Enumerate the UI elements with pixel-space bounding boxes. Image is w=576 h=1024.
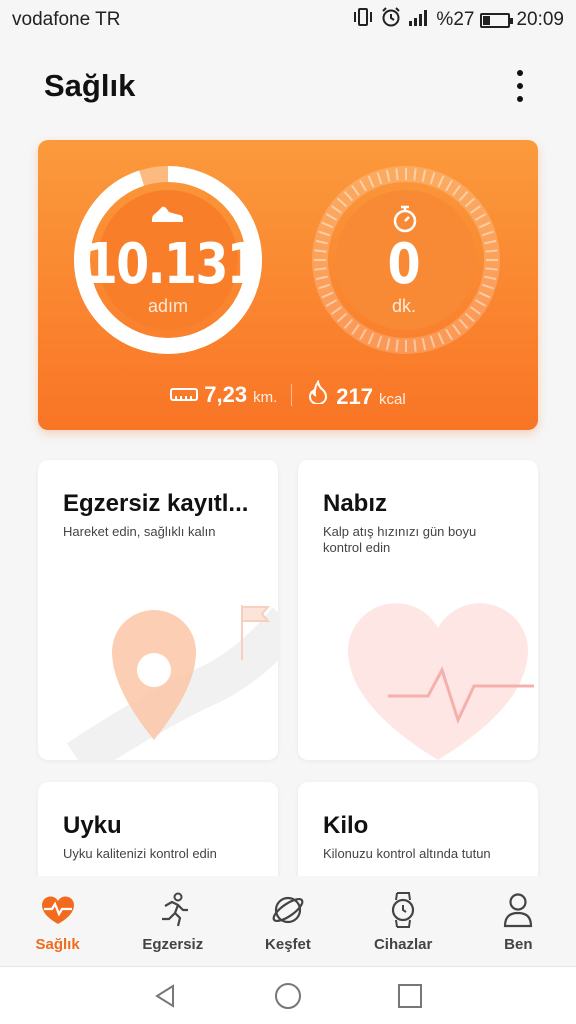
nav-tab-exercise[interactable]: Egzersiz	[123, 890, 223, 953]
page-title: Sağlık	[44, 68, 136, 103]
heart-pulse-icon	[38, 890, 78, 930]
activity-summary-card[interactable]: 10.131 adım 0 dk. 7,23 km. 217 kcal	[38, 140, 538, 430]
flame-icon	[306, 379, 330, 409]
active-time-value: 0	[387, 232, 421, 297]
card-title: Nabız	[323, 490, 388, 517]
distance-unit: km.	[253, 389, 278, 406]
time-ring-tick	[413, 339, 417, 352]
calories-stat: 217 kcal	[306, 379, 406, 410]
nav-label: Cihazlar	[373, 936, 433, 953]
card-subtitle: Kilonuzu kontrol altında tutun	[323, 846, 491, 861]
steps-unit: adım	[147, 296, 189, 316]
nav-tab-devices[interactable]: Cihazlar	[353, 890, 453, 953]
planet-icon	[268, 890, 308, 930]
back-icon[interactable]	[150, 980, 182, 1012]
nav-tab-discover[interactable]: Keşfet	[238, 890, 338, 953]
time-ring-tick	[395, 168, 399, 181]
time-ring-tick	[485, 249, 498, 253]
distance-value: 7,23	[204, 382, 248, 407]
distance-stat: 7,23 km.	[170, 382, 277, 408]
time-ring-tick	[395, 339, 399, 352]
card-subtitle: Kalp atış hızınızı gün boyu kontrol edin	[323, 524, 477, 555]
card-title: Kilo	[323, 812, 369, 839]
card-heart-rate[interactable]: Nabız Kalp atış hızınızı gün boyu kontro…	[298, 460, 538, 760]
steps-value: 10.131	[84, 232, 260, 297]
clock: 20:09	[516, 9, 564, 30]
more-vertical-icon[interactable]	[508, 66, 532, 106]
time-ring-tick	[413, 168, 417, 181]
card-subtitle: Hareket edin, sağlıklı kalın	[63, 524, 216, 539]
recents-icon[interactable]	[394, 980, 426, 1012]
app-header: Sağlık	[0, 56, 576, 116]
shoe-icon	[150, 204, 184, 231]
time-ring-tick	[485, 267, 498, 271]
vibrate-icon	[352, 7, 374, 33]
ruler-icon	[170, 386, 199, 407]
card-title: Uyku	[63, 812, 122, 839]
battery-icon	[480, 12, 514, 28]
signal-icon	[408, 8, 430, 32]
person-icon	[498, 890, 538, 930]
nav-tab-me[interactable]: Ben	[468, 890, 568, 953]
calories-unit: kcal	[379, 391, 406, 408]
calories-value: 217	[336, 384, 374, 409]
nav-label: Keşfet	[265, 936, 311, 953]
nav-label: Ben	[504, 936, 533, 953]
card-title: Egzersiz kayıtl...	[63, 490, 249, 517]
status-bar: vodafone TR %27 20:09	[0, 0, 576, 40]
battery-percent: %27	[436, 9, 475, 30]
system-navigation-bar	[0, 966, 576, 1024]
status-icons: %27 20:09	[352, 6, 564, 34]
nav-label: Sağlık	[35, 936, 80, 953]
active-time-unit: dk.	[391, 296, 416, 316]
activity-stats-row: 7,23 km. 217 kcal	[38, 379, 538, 410]
card-exercise-records[interactable]: Egzersiz kayıtl... Hareket edin, sağlıkl…	[38, 460, 278, 760]
carrier-label: vodafone TR	[12, 9, 121, 30]
nav-label: Egzersiz	[142, 936, 204, 953]
bottom-navigation: Sağlık Egzersiz Keşfet Cihazlar Ben	[0, 876, 576, 966]
nav-tab-health[interactable]: Sağlık	[8, 890, 108, 953]
home-icon[interactable]	[272, 980, 304, 1012]
watch-icon	[383, 890, 423, 930]
alarm-icon	[380, 6, 402, 34]
card-subtitle: Uyku kalitenizi kontrol edin	[63, 846, 217, 861]
runner-icon	[153, 890, 193, 930]
stats-divider	[291, 384, 293, 406]
